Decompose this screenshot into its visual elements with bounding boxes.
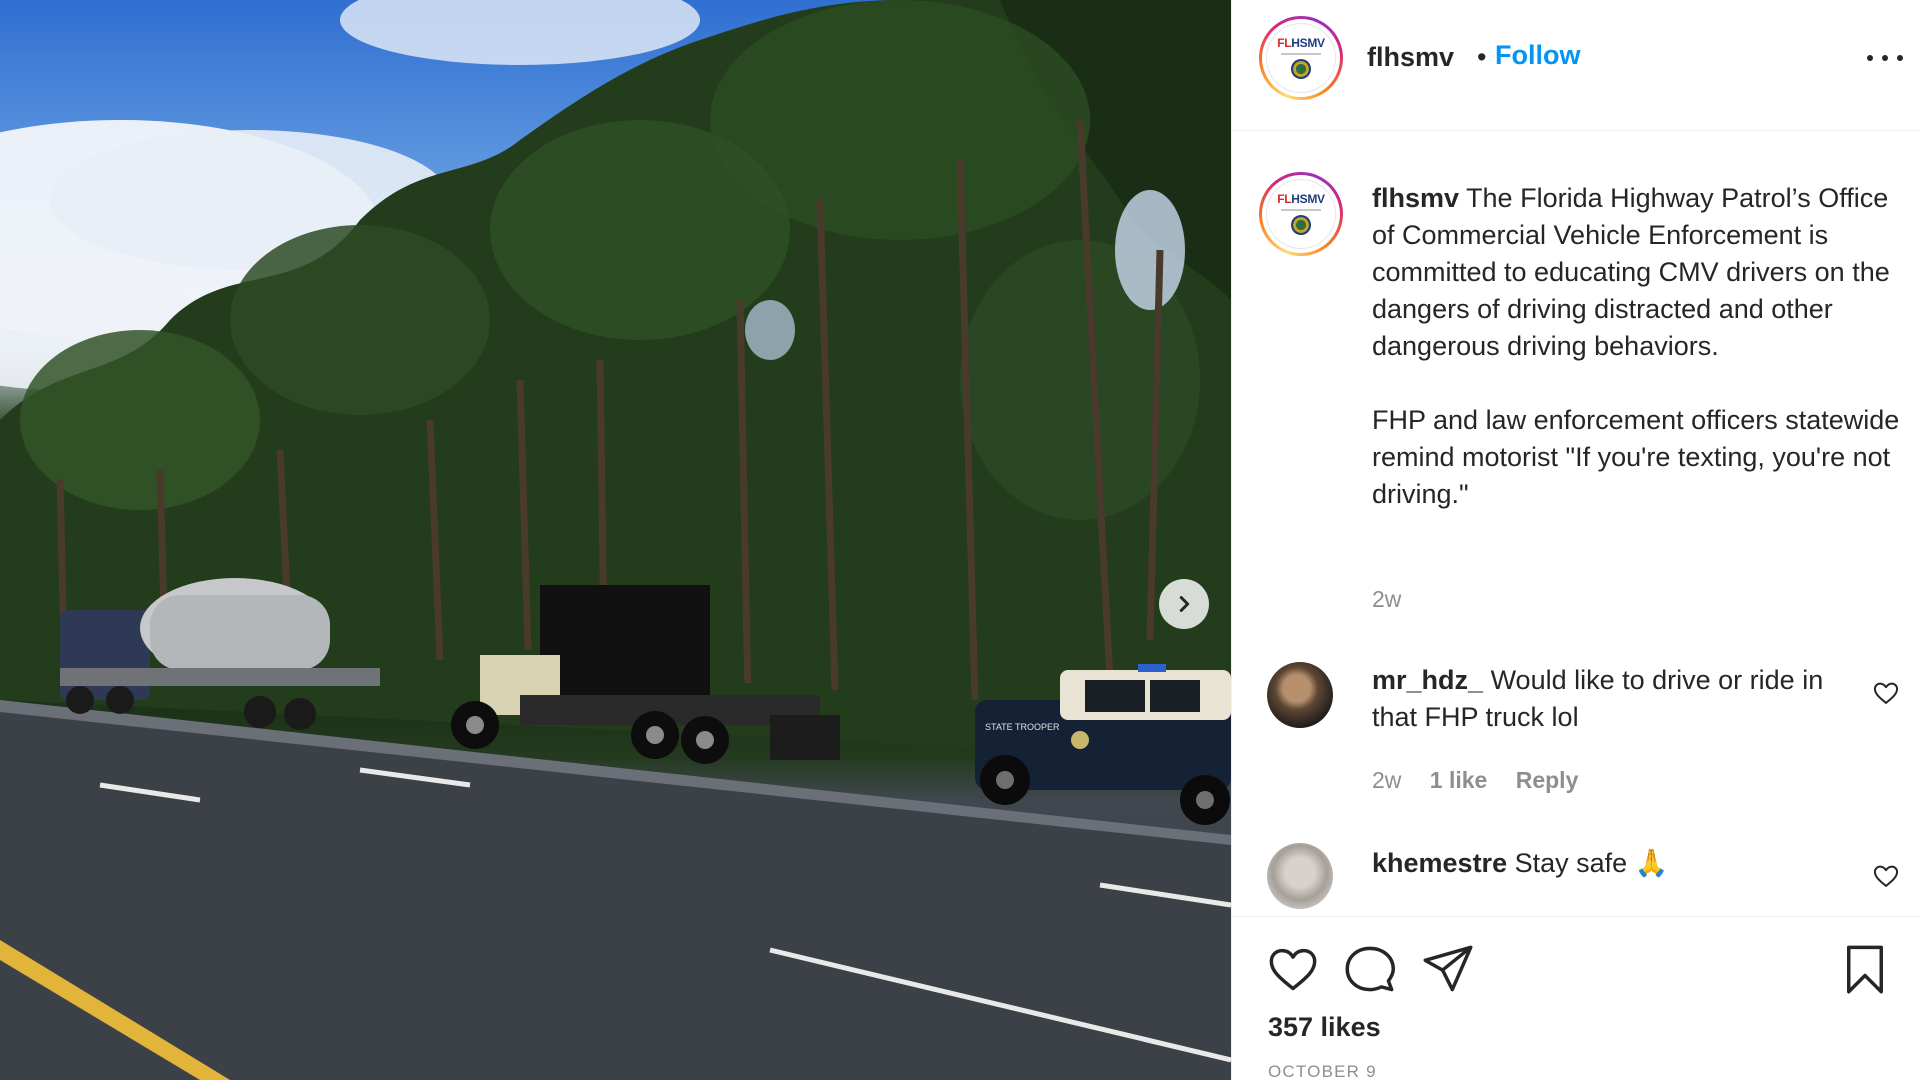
heart-icon[interactable] — [1267, 943, 1319, 995]
cruiser-door-text: STATE TROOPER — [985, 722, 1060, 732]
comment-avatar[interactable] — [1267, 662, 1333, 728]
profile-avatar[interactable]: FLHSMV — [1259, 16, 1343, 100]
more-options-button[interactable] — [1867, 50, 1903, 66]
comment-item: mr_hdz_ Would like to drive or ride in t… — [1372, 662, 1872, 736]
next-photo-button[interactable] — [1159, 579, 1209, 629]
post-actions-bar — [1232, 916, 1920, 1080]
comment-age[interactable]: 2w — [1372, 767, 1401, 793]
comment-meta: 2w 1 like Reply — [1372, 766, 1600, 794]
comment-username[interactable]: mr_hdz_ — [1372, 665, 1483, 695]
comment-text: Stay safe 🙏 — [1514, 848, 1669, 878]
follow-button[interactable]: Follow — [1495, 39, 1580, 71]
post-date[interactable]: OCTOBER 9 — [1268, 1062, 1377, 1080]
comment-avatar[interactable] — [1267, 843, 1333, 909]
caption-age[interactable]: 2w — [1372, 586, 1401, 612]
post-header: FLHSMV flhsmv • Follow — [1232, 0, 1920, 131]
caption-avatar[interactable]: FLHSMV — [1259, 172, 1343, 256]
header-username[interactable]: flhsmv — [1367, 41, 1454, 73]
comment-bubble-icon[interactable] — [1344, 943, 1396, 995]
caption-username[interactable]: flhsmv — [1372, 183, 1459, 213]
comment-like-heart-icon[interactable] — [1872, 862, 1900, 890]
seal-icon — [1291, 215, 1311, 235]
comment-likes[interactable]: 1 like — [1430, 767, 1488, 793]
logo-text-hsmv: HSMV — [1291, 36, 1325, 50]
comment-item: khemestre Stay safe 🙏 — [1372, 845, 1872, 882]
caption-text-2: FHP and law enforcement officers statewi… — [1372, 405, 1900, 509]
header-separator: • — [1477, 42, 1487, 72]
caption-meta: 2w — [1372, 585, 1401, 613]
logo-text-fl: FL — [1277, 36, 1292, 50]
chevron-right-icon — [1179, 596, 1190, 612]
comment-username[interactable]: khemestre — [1372, 848, 1507, 878]
likes-count[interactable]: 357 likes — [1268, 1011, 1381, 1043]
post-photo[interactable]: STATE TROOPER — [0, 0, 1231, 1080]
post-sidebar: FLHSMV flhsmv • Follow FLHSMV flhsmv The… — [1231, 0, 1920, 1080]
paper-plane-icon[interactable] — [1422, 943, 1474, 995]
bookmark-icon[interactable] — [1839, 943, 1891, 995]
highway-scene-image: STATE TROOPER — [0, 0, 1231, 1080]
more-horizontal-icon — [1867, 55, 1873, 61]
seal-icon — [1291, 59, 1311, 79]
caption: flhsmv The Florida Highway Patrol’s Offi… — [1372, 180, 1912, 513]
reply-button[interactable]: Reply — [1516, 767, 1579, 793]
comment-like-heart-icon[interactable] — [1872, 679, 1900, 707]
